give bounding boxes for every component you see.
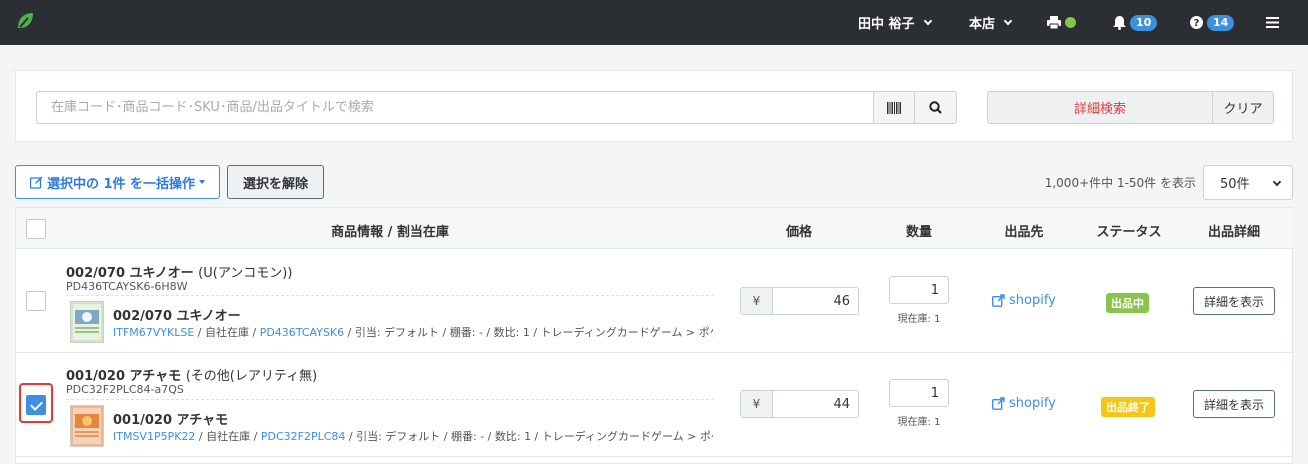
channel-link[interactable]: shopify — [992, 396, 1056, 411]
row-checkbox[interactable] — [26, 291, 46, 311]
current-stock: 現在庫: 1 — [897, 417, 941, 428]
current-stock: 現在庫: 1 — [897, 314, 941, 325]
advanced-search-button[interactable]: 詳細検索 — [987, 91, 1213, 124]
chevron-down-icon — [923, 16, 932, 25]
currency-addon: ¥ — [741, 288, 773, 314]
column-header-price: 価格 — [785, 225, 812, 240]
notifications-button[interactable]: 10 — [1113, 0, 1158, 45]
external-link-icon — [992, 397, 1005, 410]
stock-meta-rest: / 引当: デフォルト / 棚番: - / 数比: 1 / トレーディングカード… — [347, 326, 713, 339]
help-count-badge: 14 — [1207, 14, 1235, 31]
deselect-button[interactable]: 選択を解除 — [227, 165, 324, 199]
user-name: 田中 裕子 — [858, 17, 915, 32]
user-menu[interactable]: 田中 裕子 — [858, 0, 932, 45]
product-code: PDC32F2PLC84-a7QS — [66, 383, 184, 396]
product-title[interactable]: 001/020 アチャモ (その他(レアリティ無) — [66, 365, 317, 384]
row-divider — [66, 399, 714, 400]
edit-icon — [29, 176, 43, 189]
price-field[interactable]: ¥ 44 — [740, 390, 859, 418]
quantity-value: 1 — [930, 386, 939, 401]
product-code: PD436TCAYSK6-6H8W — [66, 280, 188, 293]
stock-code-link[interactable]: ITMSV1P5PK22 — [113, 430, 195, 443]
bell-icon — [1113, 15, 1126, 30]
card-thumbnail[interactable] — [70, 405, 104, 447]
svg-text:?: ? — [1194, 18, 1200, 29]
stock-name: 002/070 ユキノオー — [113, 309, 241, 324]
column-header-status: ステータス — [1096, 225, 1162, 240]
select-all-checkbox[interactable] — [26, 219, 46, 239]
table-row: 002/070 ユキノオー (U(アンコモン)) PD436TCAYSK6-6H… — [16, 249, 1294, 353]
warehouse-text: / 自社在庫 / — [195, 430, 261, 443]
stock-name: 001/020 アチャモ — [113, 413, 229, 428]
product-code-link[interactable]: PDC32F2PLC84 — [261, 430, 346, 443]
listing-table: 商品情報 / 割当在庫 価格 数量 出品先 ステータス 出品詳細 002/070… — [15, 207, 1294, 464]
currency-addon: ¥ — [741, 391, 773, 417]
card-thumbnail[interactable] — [70, 301, 104, 343]
stock-meta: ITFM67VYKLSE / 自社在庫 / PD436TCAYSK6 / 引当:… — [113, 324, 713, 340]
per-page-select[interactable]: 50件 — [1203, 165, 1293, 200]
row-divider — [66, 295, 714, 296]
leaf-logo-icon[interactable] — [14, 10, 36, 32]
price-field[interactable]: ¥ 46 — [740, 287, 859, 315]
product-code-link[interactable]: PD436TCAYSK6 — [260, 326, 344, 339]
help-button[interactable]: ? 14 — [1190, 0, 1235, 45]
question-circle-icon: ? — [1190, 16, 1203, 29]
per-page-value: 50件 — [1220, 177, 1250, 192]
column-header-product: 商品情報 / 割当在庫 — [331, 225, 449, 240]
chevron-down-icon — [1003, 16, 1013, 25]
stock-meta: ITMSV1P5PK22 / 自社在庫 / PDC32F2PLC84 / 引当:… — [113, 428, 713, 444]
stock-meta-rest: / 引当: デフォルト / 棚番: - / 数比: 1 / トレーディングカード… — [348, 430, 713, 443]
product-name: 001/020 アチャモ — [66, 369, 182, 384]
status-badge: 出品終了 — [1101, 397, 1155, 417]
view-detail-button[interactable]: 詳細を表示 — [1193, 390, 1275, 418]
barcode-icon — [887, 101, 901, 114]
top-navbar: 田中 裕子 本店 10 ? 14 — [0, 0, 1308, 45]
quantity-field[interactable]: 1 — [889, 276, 949, 304]
status-badge: 出品中 — [1106, 293, 1149, 313]
table-row: 001/020 アチャモ (その他(レアリティ無) PDC32F2PLC84-a… — [16, 353, 1294, 457]
store-menu[interactable]: 本店 — [969, 0, 1013, 45]
barcode-scan-button[interactable] — [873, 91, 915, 124]
printer-status[interactable] — [1047, 0, 1076, 45]
hamburger-menu-button[interactable] — [1266, 0, 1279, 45]
search-button[interactable] — [914, 91, 957, 124]
warehouse-text: / 自社在庫 / — [194, 326, 260, 339]
search-input[interactable] — [36, 91, 874, 124]
printer-online-indicator — [1065, 17, 1076, 28]
search-icon — [929, 101, 942, 114]
view-detail-button[interactable]: 詳細を表示 — [1193, 287, 1275, 315]
search-panel: 詳細検索 クリア — [15, 70, 1293, 142]
channel-name: shopify — [1009, 293, 1056, 308]
stock-code-link[interactable]: ITFM67VYKLSE — [113, 326, 194, 339]
channel-link[interactable]: shopify — [992, 293, 1056, 308]
store-name: 本店 — [969, 17, 996, 32]
chevron-down-icon — [1272, 177, 1282, 187]
price-value: 46 — [833, 294, 850, 309]
row-checkbox[interactable] — [26, 395, 46, 415]
product-rarity: (U(アンコモン)) — [198, 266, 293, 281]
quantity-value: 1 — [930, 283, 939, 298]
result-count: 1,000+件中 1-50件 を表示 — [1044, 176, 1196, 190]
price-value: 44 — [833, 397, 850, 412]
bulk-action-button[interactable]: 選択中の 1件 を一括操作 — [15, 165, 220, 199]
printer-icon — [1047, 16, 1061, 29]
product-name: 002/070 ユキノオー — [66, 266, 194, 281]
table-header: 商品情報 / 割当在庫 価格 数量 出品先 ステータス 出品詳細 — [16, 208, 1294, 249]
column-header-channel: 出品先 — [1004, 225, 1044, 240]
hamburger-menu-icon — [1266, 17, 1279, 28]
external-link-icon — [992, 294, 1005, 307]
bulk-action-label: 選択中の 1件 を一括操作 — [46, 176, 196, 192]
column-header-quantity: 数量 — [905, 225, 932, 240]
product-title[interactable]: 002/070 ユキノオー (U(アンコモン)) — [66, 262, 292, 281]
caret-down-icon — [199, 180, 206, 184]
channel-name: shopify — [1009, 396, 1056, 411]
product-rarity: (その他(レアリティ無) — [185, 369, 318, 384]
notification-count-badge: 10 — [1130, 14, 1158, 31]
quantity-field[interactable]: 1 — [889, 379, 949, 407]
column-header-detail: 出品詳細 — [1207, 225, 1260, 240]
clear-search-button[interactable]: クリア — [1212, 91, 1274, 124]
